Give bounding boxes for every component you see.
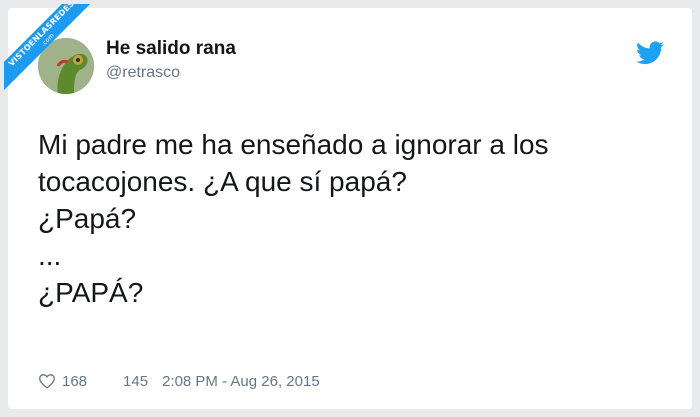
tweet-line: ¿PAPÁ?	[38, 277, 144, 308]
watermark-text: VISTOENLASREDES	[6, 4, 77, 69]
tweet-line: Mi padre me ha enseñado a ignorar a los	[38, 129, 549, 160]
watermark-ribbon: VISTOENLASREDES .com	[4, 4, 96, 93]
heart-icon[interactable]	[38, 373, 56, 389]
tweet-text: Mi padre me ha enseñado a ignorar a los …	[38, 126, 678, 311]
author-name[interactable]: He salido rana	[106, 38, 236, 60]
tweet-line: ...	[38, 240, 62, 271]
reply-count[interactable]: 145	[123, 373, 148, 390]
tweet-timestamp[interactable]: 2:08 PM - Aug 26, 2015	[162, 373, 320, 390]
tweet-line: tocacojones. ¿A que sí papá?	[38, 166, 407, 197]
tweet-line: ¿Papá?	[38, 203, 137, 234]
watermark-badge: VISTOENLASREDES .com	[4, 4, 96, 96]
twitter-bird-icon[interactable]	[636, 41, 664, 65]
author-handle[interactable]: @retrasco	[106, 64, 180, 82]
tweet-footer: 168 145 2:08 PM - Aug 26, 2015	[38, 371, 320, 391]
tweet-card: VISTOENLASREDES .com He salido rana @ret…	[4, 4, 692, 409]
like-count[interactable]: 168	[62, 373, 87, 390]
